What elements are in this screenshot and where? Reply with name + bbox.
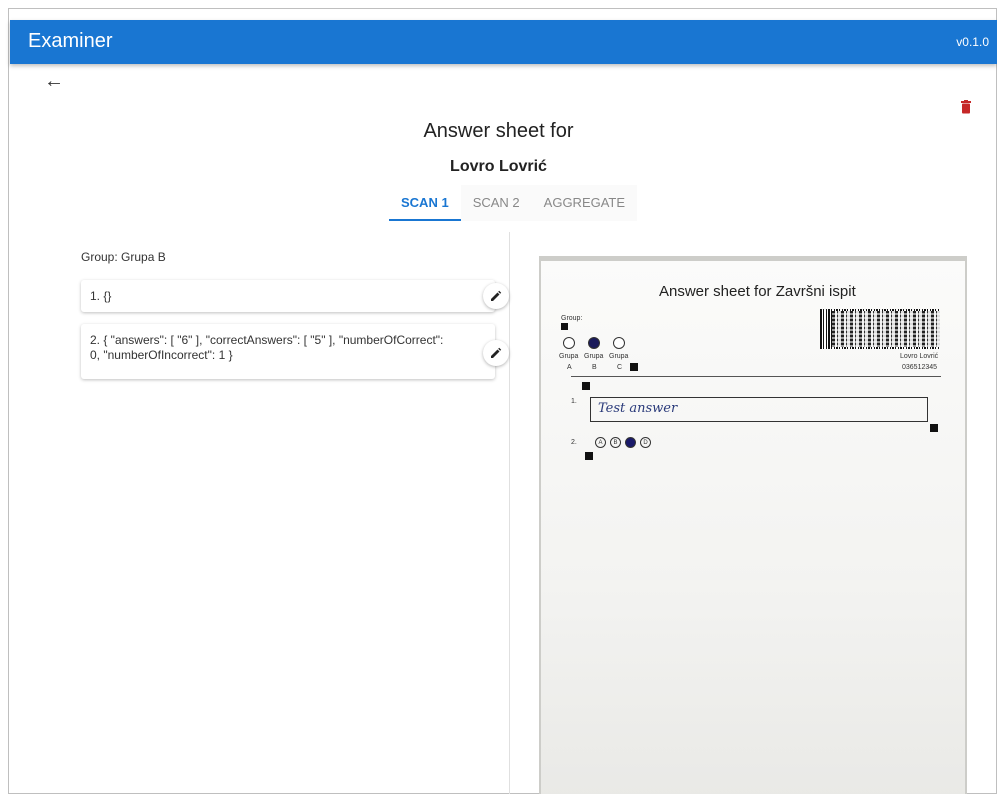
- option-bubble-d: D: [640, 437, 651, 448]
- app-version: v0.1.0: [956, 35, 989, 49]
- group-option-letter: B: [592, 364, 597, 371]
- app-title: Examiner: [28, 30, 113, 52]
- option-bubble-c: C: [625, 437, 636, 448]
- page-title: Answer sheet for: [423, 120, 574, 142]
- alignment-marker: [930, 424, 938, 432]
- trash-icon[interactable]: [960, 100, 972, 114]
- tab-aggregate[interactable]: AGGREGATE: [532, 185, 637, 221]
- group-bubble-b: [588, 337, 600, 349]
- group-option-label: Grupa: [559, 353, 579, 360]
- group-bubble-c: [613, 337, 625, 349]
- student-name: Lovro Lovrić: [450, 158, 547, 175]
- alignment-marker: [630, 363, 638, 371]
- group-bubble-a: [563, 337, 575, 349]
- tab-scan-2[interactable]: SCAN 2: [461, 185, 532, 221]
- question-2-number: 2.: [571, 439, 577, 446]
- sheet-paper: Answer sheet for Završni ispit Group: Gr…: [541, 261, 965, 794]
- group-option-label: Grupa: [584, 353, 604, 360]
- alignment-marker: [585, 452, 593, 460]
- group-option-label: Grupa: [609, 353, 629, 360]
- answer-card-2: 2. { "answers": [ "6" ], "correctAnswers…: [81, 324, 509, 379]
- group-option-letter: C: [617, 364, 623, 371]
- sheet-student-name: Lovro Lovrić: [900, 353, 939, 360]
- tab-scan-1[interactable]: SCAN 1: [389, 185, 461, 221]
- barcode-pattern: [832, 311, 940, 347]
- option-bubble-b: B: [610, 437, 621, 448]
- answer-text: 1. {}: [90, 289, 112, 303]
- edit-answer-button[interactable]: [483, 283, 509, 309]
- group-label: Group: Grupa B: [81, 250, 166, 264]
- question-1-number: 1.: [571, 398, 577, 405]
- handwritten-answer: Test answer: [598, 401, 678, 416]
- back-arrow-icon[interactable]: ←: [44, 70, 64, 93]
- sheet-title: Answer sheet for Završni ispit: [659, 283, 856, 300]
- group-option-letter: A: [567, 364, 572, 371]
- tab-bar: SCAN 1 SCAN 2 AGGREGATE: [389, 185, 638, 221]
- answer-text: 2. { "answers": [ "6" ], "correctAnswers…: [90, 333, 444, 362]
- pencil-icon: [491, 290, 502, 301]
- scanned-sheet-image: Answer sheet for Završni ispit Group: Gr…: [539, 256, 967, 794]
- separator-line: [571, 376, 941, 377]
- edit-answer-button[interactable]: [483, 340, 509, 366]
- answer-card-1: 1. {}: [81, 280, 509, 312]
- alignment-marker: [582, 382, 590, 390]
- pencil-icon: [491, 347, 502, 358]
- app-bar: Examiner v0.1.0: [10, 20, 997, 64]
- option-bubble-a: A: [595, 437, 606, 448]
- alignment-marker: [561, 323, 568, 330]
- sheet-student-id: 036512345: [902, 364, 938, 371]
- vertical-divider: [509, 232, 510, 794]
- sheet-group-label: Group:: [561, 315, 583, 322]
